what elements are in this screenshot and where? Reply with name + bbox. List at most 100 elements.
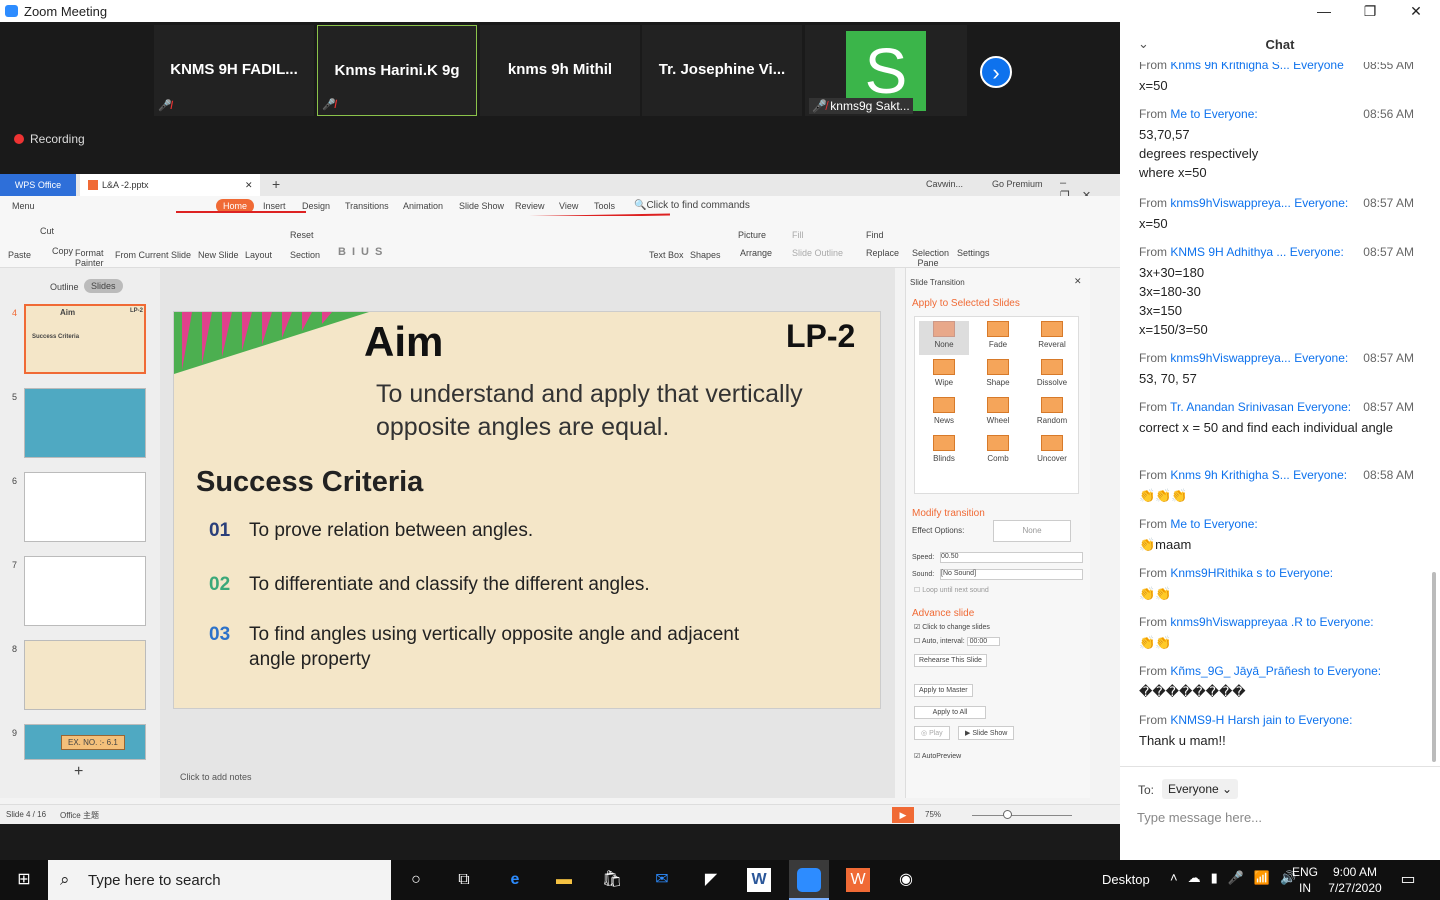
slide-thumbnail-5[interactable] <box>24 388 146 458</box>
app-icon[interactable]: ◉ <box>894 868 918 892</box>
slide-thumbnail-8[interactable] <box>24 640 146 710</box>
minimize-icon[interactable]: — <box>1301 0 1347 22</box>
zoom-taskbar-item[interactable] <box>789 860 829 900</box>
word-icon[interactable]: W <box>747 868 771 892</box>
notes-field[interactable]: Click to add notes <box>180 772 252 782</box>
click-change-checkbox[interactable]: ☑ Click to change slides <box>914 623 990 631</box>
auto-interval-checkbox[interactable]: ☐ Auto, interval: 00:00 <box>914 637 1001 646</box>
slides-tab[interactable]: Slides <box>84 279 123 293</box>
speed-input[interactable]: 00.50 <box>940 552 1083 563</box>
from-current-slide-button[interactable]: From Current Slide <box>115 250 191 260</box>
transition-option[interactable]: News <box>919 397 969 425</box>
transition-option[interactable]: Wipe <box>919 359 969 387</box>
find-commands[interactable]: 🔍Click to find commands <box>634 200 750 211</box>
apply-master-button[interactable]: Apply to Master <box>914 684 973 697</box>
chat-scrollbar[interactable] <box>1432 572 1436 762</box>
apply-all-button[interactable]: Apply to All <box>914 706 986 719</box>
tray-icons[interactable]: ˄☁▮🎤📶🔊 <box>1170 870 1306 886</box>
transition-option[interactable]: Wheel <box>973 397 1023 425</box>
find-button[interactable]: Find <box>866 230 884 240</box>
transition-option[interactable]: Shape <box>973 359 1023 387</box>
current-slide[interactable]: Aim LP-2 To understand and apply that ve… <box>173 311 881 709</box>
font-format-buttons[interactable]: BIUS <box>338 246 388 258</box>
layout-button[interactable]: Layout <box>245 250 272 260</box>
autopreview-checkbox[interactable]: ☑ AutoPreview <box>914 752 961 760</box>
text-box-button[interactable]: Text Box <box>649 250 684 260</box>
wps-icon[interactable]: W <box>846 868 870 892</box>
transition-option[interactable]: Random <box>1027 397 1077 425</box>
tab-view[interactable]: View <box>559 201 578 211</box>
tab-tools[interactable]: Tools <box>594 201 615 211</box>
notification-icon[interactable]: ▭ <box>1396 868 1420 892</box>
transition-option[interactable]: Comb <box>973 435 1023 463</box>
tab-slideshow[interactable]: Slide Show <box>459 201 504 211</box>
cortana-icon[interactable]: ○ <box>404 868 428 892</box>
file-explorer-icon[interactable]: ▬ <box>552 868 576 892</box>
store-icon[interactable]: 🛍 <box>600 868 624 892</box>
mail-icon[interactable]: ✉ <box>650 868 674 892</box>
play-button[interactable]: ◎ Play <box>914 726 950 740</box>
desktop-toolbar[interactable]: Desktop <box>1102 872 1150 887</box>
effect-options-select[interactable]: None <box>993 520 1071 542</box>
maximize-icon[interactable]: ❐ <box>1347 0 1393 22</box>
replace-button[interactable]: Replace <box>866 248 899 258</box>
tab-insert[interactable]: Insert <box>263 201 286 211</box>
fill-button[interactable]: Fill <box>792 230 804 240</box>
loop-checkbox[interactable]: ☐ Loop until next sound <box>914 586 989 594</box>
tab-design[interactable]: Design <box>302 201 330 211</box>
paste-button[interactable]: Paste <box>8 250 31 260</box>
new-slide-button[interactable]: New Slide <box>198 250 239 260</box>
participant-tile[interactable]: Tr. Josephine Vi... <box>642 25 802 116</box>
search-box[interactable]: ⌕ Type here to search <box>48 860 391 900</box>
sound-select[interactable]: [No Sound] <box>940 569 1083 580</box>
close-icon[interactable]: ✕ <box>1393 0 1439 22</box>
transition-option[interactable]: None <box>919 321 969 355</box>
transition-option[interactable]: Dissolve <box>1027 359 1077 387</box>
shapes-button[interactable]: Shapes <box>690 250 721 260</box>
tab-review[interactable]: Review <box>515 201 545 211</box>
transition-option[interactable]: Fade <box>973 321 1023 349</box>
zoom-level[interactable]: 75% <box>925 810 941 819</box>
slide-thumbnail-4[interactable]: Aim LP-2 Success Criteria <box>24 304 146 374</box>
participant-tile-active[interactable]: Knms Harini.K 9g 🎤̸ <box>317 25 477 116</box>
slide-outline-button[interactable]: Slide Outline <box>792 248 843 258</box>
new-tab-icon[interactable]: + <box>272 176 280 192</box>
cut-button[interactable]: Cut <box>40 226 54 236</box>
participant-tile[interactable]: KNMS 9H FADIL... 🎤̸ <box>154 25 314 116</box>
app-icon[interactable]: ◤ <box>699 868 723 892</box>
arrange-button[interactable]: Arrange <box>740 248 772 258</box>
close-pane-icon[interactable]: ✕ <box>1074 276 1082 287</box>
zoom-slider[interactable] <box>972 815 1072 816</box>
clock[interactable]: 9:00 AM 7/27/2020 <box>1325 864 1385 896</box>
go-premium-button[interactable]: Go Premium <box>992 179 1043 189</box>
selection-pane-button[interactable]: Selection Pane <box>912 248 949 268</box>
tab-animation[interactable]: Animation <box>403 201 443 211</box>
format-painter-button[interactable]: Format Painter <box>75 248 105 268</box>
outline-tab[interactable]: Outline <box>50 282 79 292</box>
picture-button[interactable]: Picture <box>738 230 766 240</box>
start-button[interactable]: ⊞ <box>12 868 36 892</box>
language-indicator[interactable]: ENG IN <box>1292 864 1318 896</box>
close-tab-icon[interactable]: ✕ <box>245 174 253 196</box>
tab-transitions[interactable]: Transitions <box>345 201 389 211</box>
user-name[interactable]: Cavwin... <box>926 179 963 189</box>
copy-button[interactable]: Copy <box>52 246 73 256</box>
edge-icon[interactable]: e <box>503 868 527 892</box>
transition-option[interactable]: Reveral <box>1027 321 1077 349</box>
menu-button[interactable]: Menu <box>12 201 35 211</box>
recipient-select[interactable]: Everyone ⌄ <box>1162 779 1239 799</box>
transition-option[interactable]: Blinds <box>919 435 969 463</box>
tab-wps-office[interactable]: WPS Office <box>0 174 76 196</box>
slideshow-button[interactable]: ▶ Slide Show <box>958 726 1015 740</box>
slide-thumbnail-6[interactable] <box>24 472 146 542</box>
rehearse-button[interactable]: Rehearse This Slide <box>914 654 987 667</box>
zoom-slider-handle[interactable] <box>1003 810 1012 819</box>
slide-thumbnail-9[interactable]: EX. NO. :- 6.1 <box>24 724 146 760</box>
slide-thumbnail-7[interactable] <box>24 556 146 626</box>
task-view-icon[interactable]: ⧉ <box>452 868 476 892</box>
participant-tile[interactable]: knms 9h Mithil <box>480 25 640 116</box>
play-slideshow-icon[interactable]: ▶ <box>892 807 914 823</box>
section-button[interactable]: Section <box>290 250 320 260</box>
settings-button[interactable]: Settings <box>957 248 990 258</box>
participant-tile[interactable]: S 🎤̸ knms9g Sakt... <box>805 25 967 116</box>
